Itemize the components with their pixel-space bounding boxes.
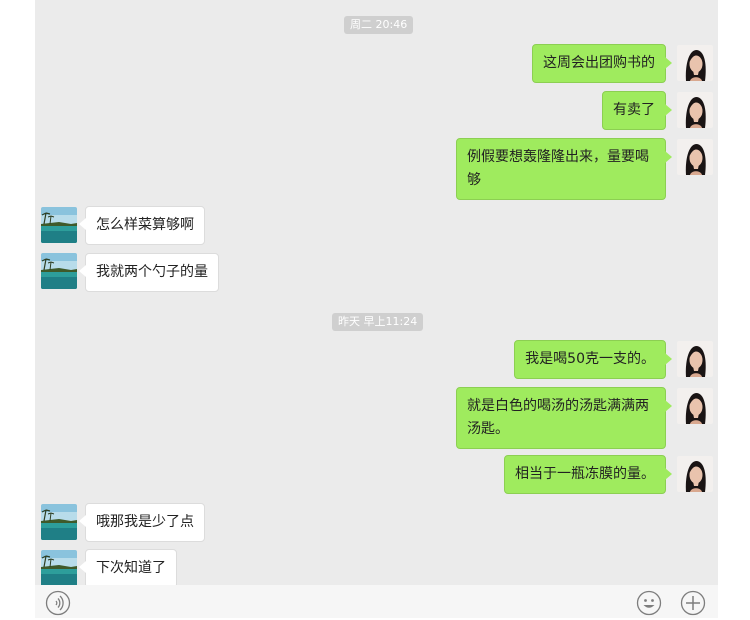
message-bubble-sent[interactable]: 例假要想轰隆隆出来，量要喝 够 xyxy=(456,138,672,200)
avatar[interactable] xyxy=(41,550,77,585)
message-bubble-received[interactable]: 怎么样菜算够啊 xyxy=(79,206,205,245)
message-bubble-sent[interactable]: 我是喝50克一支的。 xyxy=(514,340,672,379)
avatar[interactable] xyxy=(677,45,713,81)
voice-icon[interactable] xyxy=(45,590,71,616)
message-bubble-sent[interactable]: 有卖了 xyxy=(602,91,672,130)
avatar[interactable] xyxy=(41,253,77,289)
input-toolbar xyxy=(35,585,718,618)
avatar[interactable] xyxy=(41,504,77,540)
message-bubble-received[interactable]: 我就两个勺子的量 xyxy=(79,253,219,292)
message-bubble-sent[interactable]: 这周会出团购书的 xyxy=(532,44,672,83)
plus-icon[interactable] xyxy=(680,590,706,616)
avatar[interactable] xyxy=(677,456,713,492)
message-bubble-sent[interactable]: 相当于一瓶冻膜的量。 xyxy=(504,455,672,494)
avatar[interactable] xyxy=(677,92,713,128)
avatar[interactable] xyxy=(677,388,713,424)
message-bubble-received[interactable]: 下次知道了 xyxy=(79,549,177,585)
avatar[interactable] xyxy=(41,207,77,243)
avatar[interactable] xyxy=(677,341,713,377)
emoji-icon[interactable] xyxy=(636,590,662,616)
chat-area[interactable]: 周二 20:46 这周会出团购书的 有卖了 例假要想轰隆隆出来，量要喝 够 怎么… xyxy=(35,0,718,585)
timestamp: 周二 20:46 xyxy=(344,16,414,34)
message-bubble-sent[interactable]: 就是白色的喝汤的汤匙满满两 汤匙。 xyxy=(456,387,672,449)
avatar[interactable] xyxy=(677,139,713,175)
timestamp: 昨天 早上11:24 xyxy=(332,313,424,331)
message-bubble-received[interactable]: 哦那我是少了点 xyxy=(79,503,205,542)
